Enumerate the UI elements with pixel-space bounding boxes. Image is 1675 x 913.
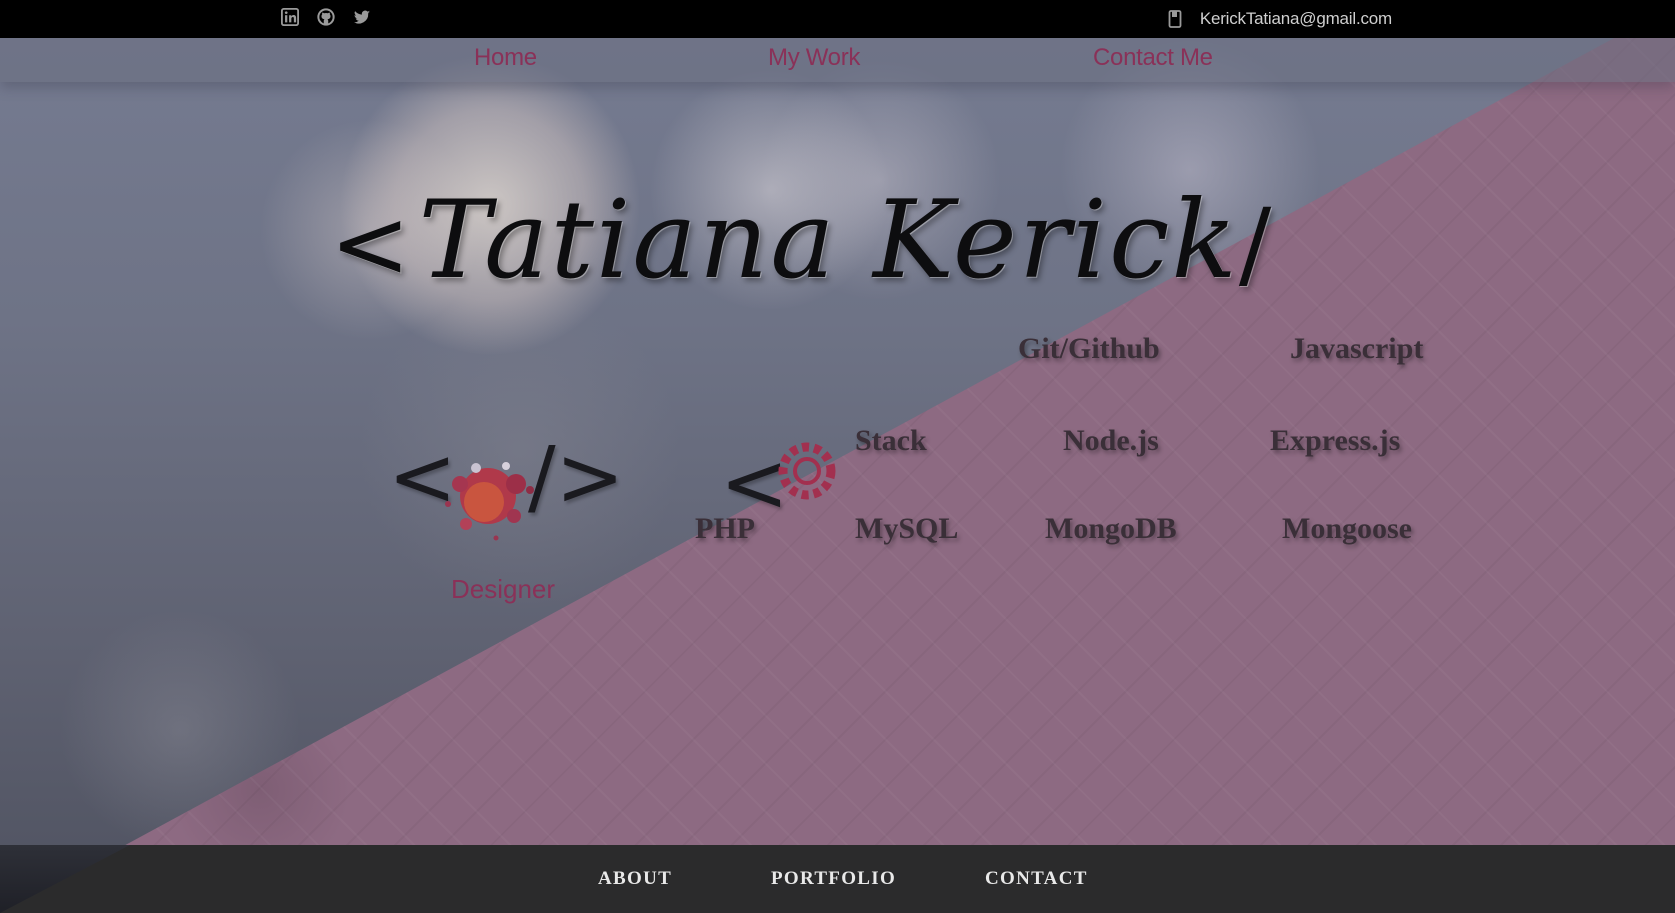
designer-label: Designer (451, 574, 556, 604)
skill-mongodb: MongoDB (1045, 512, 1177, 545)
designer-logo[interactable]: < /> (388, 430, 628, 560)
email-text: KerickTatiana@gmail.com (1199, 9, 1392, 28)
top-bar: KerickTatiana@gmail.com (0, 0, 1675, 38)
hero-name: Tatiana Kerick (418, 178, 1239, 303)
skill-stack: Stack (855, 424, 927, 457)
email-contact[interactable]: KerickTatiana@gmail.com (1168, 8, 1392, 30)
title-open-bracket: < (330, 188, 413, 300)
footer-bar: ABOUT PORTFOLIO CONTACT (0, 845, 1675, 913)
skill-nodejs: Node.js (1063, 424, 1159, 457)
skill-php: PHP (695, 512, 755, 545)
footer-portfolio[interactable]: PORTFOLIO (771, 868, 896, 890)
designer-close-bracket: /> (528, 430, 625, 525)
main-nav: Home My Work Contact Me (0, 38, 1675, 82)
github-icon[interactable] (317, 8, 337, 28)
gear-icon (772, 436, 842, 506)
nav-home[interactable]: Home (474, 44, 537, 72)
footer-about[interactable]: ABOUT (598, 868, 672, 890)
skill-mongoose: Mongoose (1282, 512, 1412, 545)
hero-title: <Tatiana Kerick/ (330, 178, 1279, 303)
footer-contact[interactable]: CONTACT (985, 868, 1088, 890)
skill-mysql: MySQL (855, 512, 959, 545)
skill-expressjs: Express.js (1270, 424, 1401, 457)
twitter-icon[interactable] (353, 8, 373, 28)
skill-javascript: Javascript (1290, 332, 1424, 365)
linkedin-icon[interactable] (281, 8, 301, 28)
title-close-bracket: / (1238, 188, 1274, 300)
nav-my-work[interactable]: My Work (768, 44, 860, 72)
skill-git-github: Git/Github (1018, 332, 1160, 365)
phone-icon (1168, 10, 1182, 28)
nav-contact-me[interactable]: Contact Me (1093, 44, 1213, 72)
